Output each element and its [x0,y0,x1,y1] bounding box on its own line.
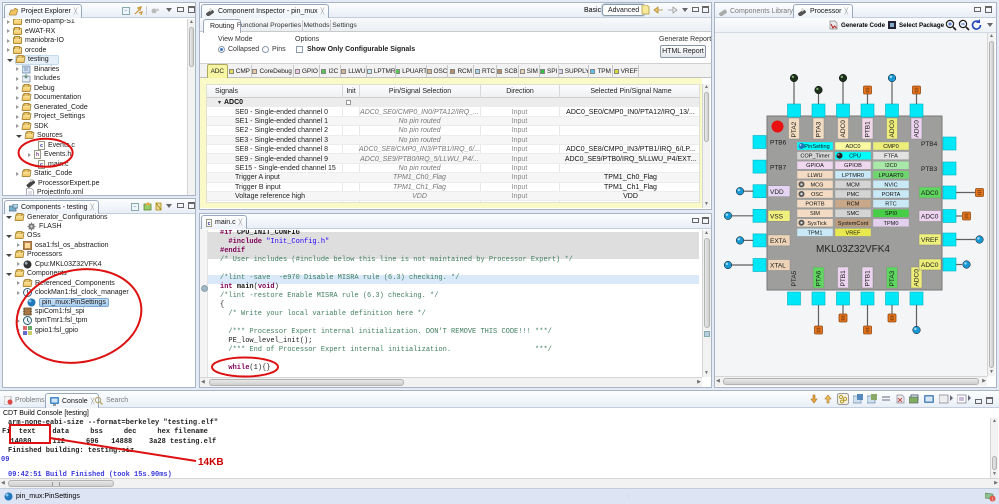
svg-text:PORTA: PORTA [882,192,901,198]
svg-text:SIM: SIM [810,211,820,217]
svg-text:PTA2: PTA2 [791,121,798,137]
svg-text:MKL03Z32VFK4: MKL03Z32VFK4 [816,244,890,255]
svg-text:OSC: OSC [811,192,823,198]
svg-text:XTAL: XTAL [770,263,786,270]
svg-text:PTB6: PTB6 [770,140,787,147]
svg-text:LPTMR0: LPTMR0 [842,173,864,179]
svg-text:CMP0: CMP0 [883,144,899,150]
svg-text:ADC0: ADC0 [921,190,939,197]
svg-text:ADC0: ADC0 [914,120,921,138]
svg-text:PMC: PMC [847,192,859,198]
svg-text:GPIOB: GPIOB [844,163,862,169]
svg-text:LLWU: LLWU [807,173,822,179]
svg-text:ADC0: ADC0 [914,269,921,287]
svg-text:SPI0: SPI0 [885,211,897,217]
svg-text:ADC0: ADC0 [921,214,939,221]
svg-text:PTA3: PTA3 [816,121,823,137]
svg-text:PTB4: PTB4 [921,141,938,148]
svg-text:RCM: RCM [847,202,860,208]
svg-text:CPU: CPU [849,154,861,160]
svg-text:EXTA: EXTA [770,238,787,245]
svg-text:ADC0: ADC0 [840,120,847,138]
svg-text:MCG: MCG [810,182,823,188]
svg-text:ADC0: ADC0 [846,144,861,150]
svg-text:I2C0: I2C0 [885,163,897,169]
svg-text:VREF: VREF [921,237,938,244]
svg-text:NVIC: NVIC [884,182,897,188]
svg-text:PTA5: PTA5 [791,270,798,286]
svg-text:TPM0: TPM0 [884,221,899,227]
svg-text:VREF: VREF [846,230,862,236]
svg-text:GPIOA: GPIOA [806,163,824,169]
svg-text:SysTick: SysTick [807,221,827,227]
svg-text:PTB1: PTB1 [865,270,872,287]
svg-text:PinSetting: PinSetting [804,144,830,150]
svg-text:VSS: VSS [770,214,784,221]
svg-text:PTA6: PTA6 [816,270,823,286]
svg-text:PTB1: PTB1 [840,270,847,287]
svg-text:PTA3: PTA3 [889,270,896,286]
svg-text:!: ! [992,496,993,501]
svg-text:PTB3: PTB3 [921,166,938,173]
svg-text:FTFA: FTFA [884,154,898,160]
svg-text:SMC: SMC [847,211,859,217]
svg-text:PTB1: PTB1 [865,121,872,138]
svg-text:PTB7: PTB7 [770,164,787,171]
svg-text:TPM1: TPM1 [808,230,823,236]
svg-text:ADC0: ADC0 [921,262,939,269]
svg-text:LPUART0: LPUART0 [878,173,903,179]
svg-text:COP_Timer: COP_Timer [800,154,829,160]
svg-text:SystemCont: SystemCont [838,221,869,227]
svg-text:ADC0: ADC0 [889,120,896,138]
svg-text:RTC: RTC [885,202,896,208]
svg-text:PORTB: PORTB [805,202,824,208]
svg-text:VDD: VDD [770,189,784,196]
svg-text:MCM: MCM [846,182,860,188]
